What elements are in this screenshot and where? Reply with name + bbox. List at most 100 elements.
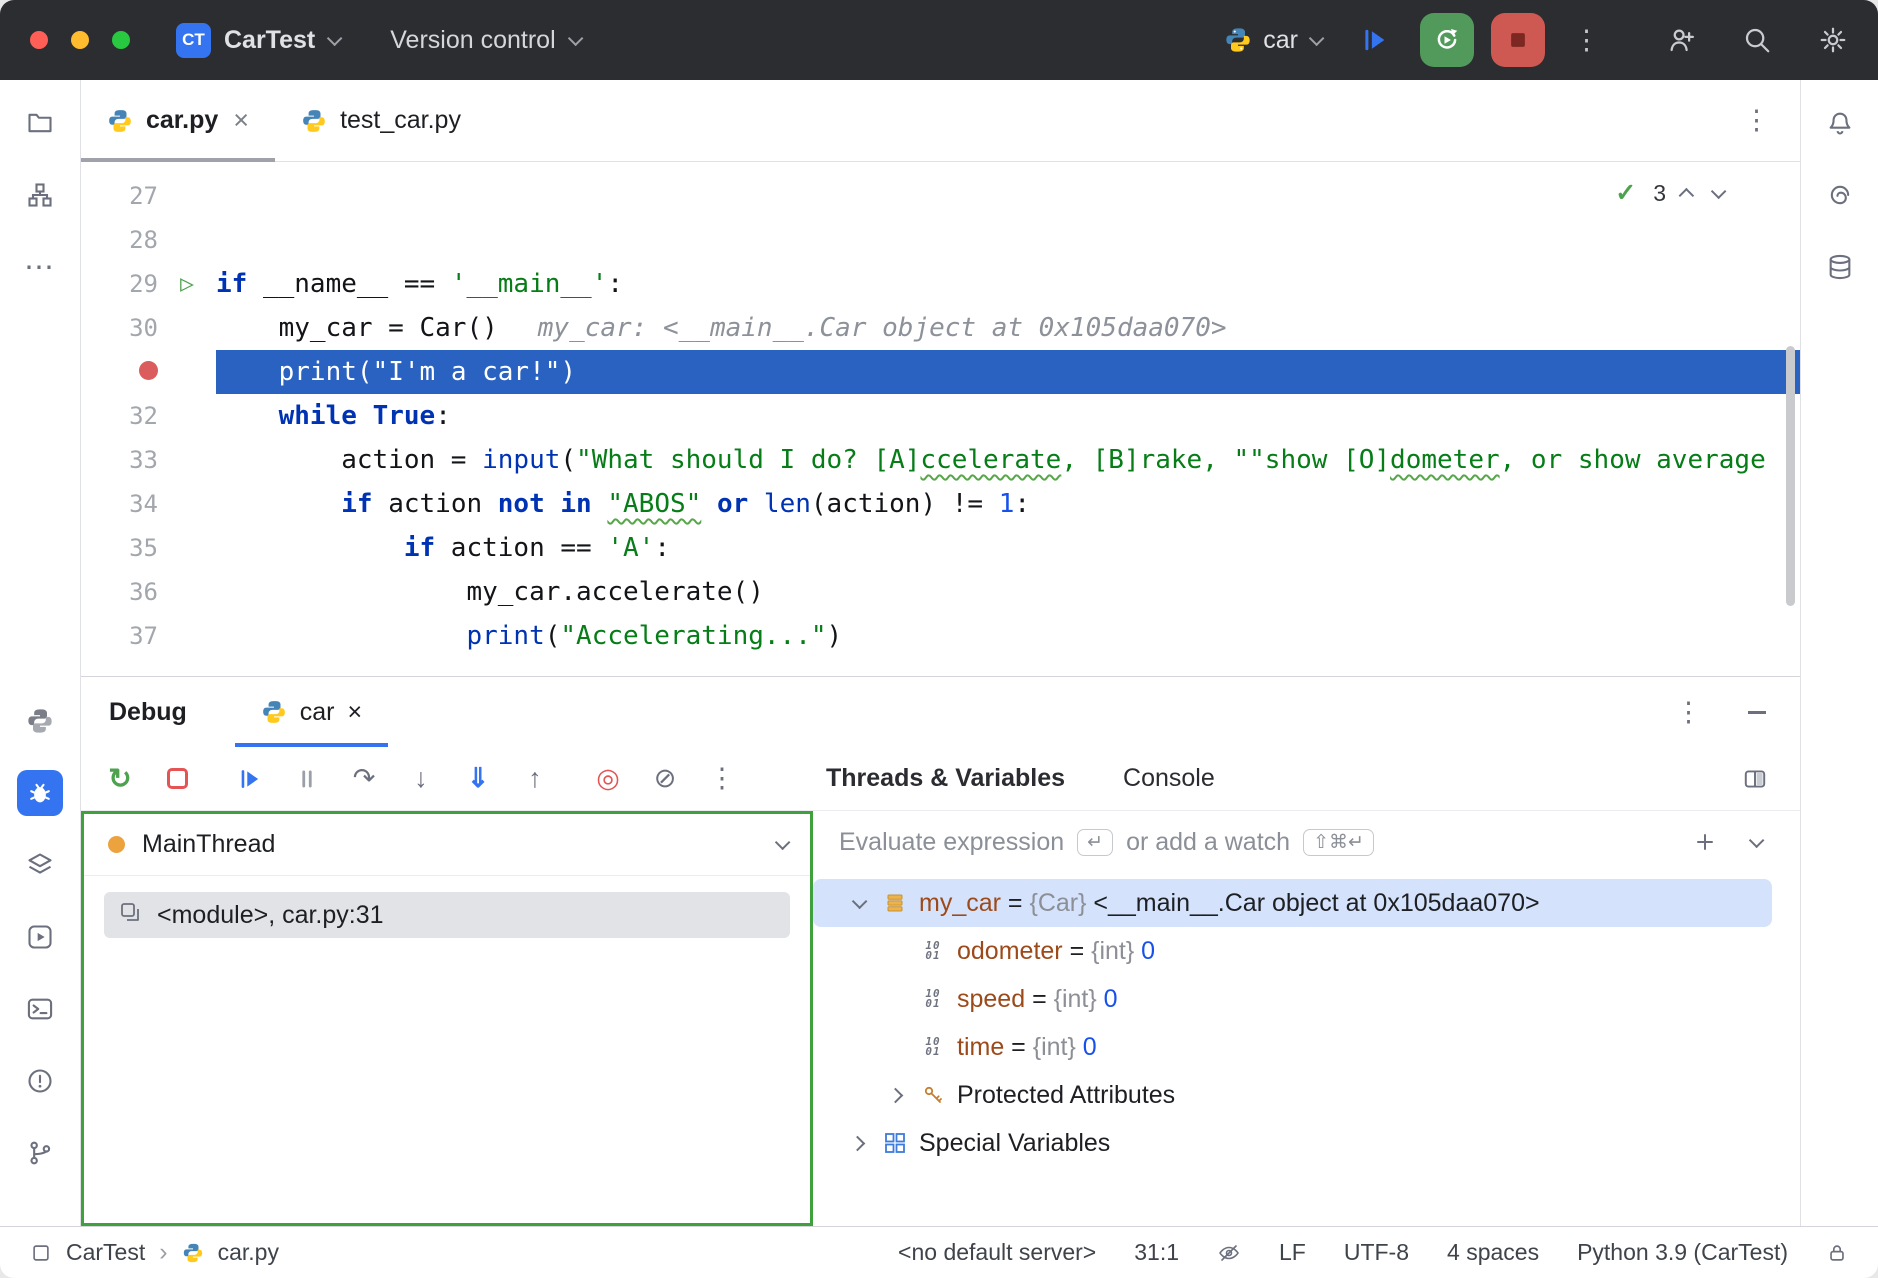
view-breakpoints-button[interactable]: ◎ (593, 763, 623, 794)
editor-gutter-cell[interactable]: 35 (81, 526, 216, 570)
editor-line[interactable]: 37 print("Accelerating...") (81, 614, 1800, 658)
editor-line[interactable]: 29▷if __name__ == '__main__': (81, 262, 1800, 306)
rerun-debug-button[interactable] (1420, 13, 1474, 67)
editor-line[interactable]: 33 action = input("What should I do? [A]… (81, 438, 1800, 482)
run-tool-button[interactable] (17, 914, 63, 960)
lock-icon[interactable] (1826, 1242, 1848, 1264)
editor-gutter-cell[interactable] (81, 350, 216, 394)
code-line-text[interactable]: while True: (216, 394, 1800, 438)
debug-session-tab[interactable]: car × (235, 677, 388, 747)
editor-gutter-cell[interactable]: 30 (81, 306, 216, 350)
variable-row[interactable]: Protected Attributes (813, 1071, 1772, 1119)
notifications-tool-button[interactable] (1817, 100, 1863, 146)
editor-gutter-cell[interactable]: 34 (81, 482, 216, 526)
project-menu[interactable]: CarTest (224, 26, 338, 55)
step-out-button[interactable]: ↑ (520, 763, 550, 794)
step-into-button[interactable]: ↓ (406, 763, 436, 794)
hide-panel-button[interactable] (1748, 711, 1766, 714)
layout-settings-button[interactable] (1742, 766, 1768, 792)
tab-threads-variables[interactable]: Threads & Variables (826, 764, 1065, 793)
chevron-down-icon[interactable] (1749, 832, 1765, 848)
rerun-button[interactable]: ↻ (105, 762, 135, 795)
indent-widget[interactable]: 4 spaces (1447, 1239, 1539, 1266)
run-line-icon[interactable]: ▷ (180, 271, 194, 297)
editor-gutter-cell[interactable]: 28 (81, 218, 216, 262)
close-window-button[interactable] (30, 31, 48, 49)
editor-line[interactable]: 28 (81, 218, 1800, 262)
inspections-widget[interactable]: ✓ 3 (1615, 178, 1722, 208)
code-line-text[interactable]: print("Accelerating...") (216, 614, 1800, 658)
ai-assistant-tool-button[interactable] (1817, 172, 1863, 218)
close-session-icon[interactable]: × (348, 698, 363, 727)
tab-car-py[interactable]: car.py × (81, 80, 275, 161)
thread-selector[interactable]: MainThread (84, 814, 810, 876)
editor-line[interactable]: 32 while True: (81, 394, 1800, 438)
code-editor[interactable]: 272829▷if __name__ == '__main__':30 my_c… (81, 162, 1800, 676)
python-packages-tool-button[interactable] (17, 698, 63, 744)
structure-tool-button[interactable] (17, 172, 63, 218)
code-line-text[interactable] (216, 174, 1800, 218)
editor-gutter-cell[interactable]: 32 (81, 394, 216, 438)
stop-debug-button[interactable] (162, 768, 192, 789)
code-line-text[interactable]: action = input("What should I do? [A]cce… (216, 438, 1800, 482)
stack-frame-item[interactable]: <module>, car.py:31 (104, 892, 790, 938)
terminal-tool-button[interactable] (17, 986, 63, 1032)
more-tool-windows-button[interactable]: ⋯ (17, 244, 63, 290)
resume-button[interactable] (1360, 25, 1390, 55)
editor-gutter-cell[interactable]: 29▷ (81, 262, 216, 306)
step-over-button[interactable]: ↷ (349, 763, 379, 794)
chevron-down-icon[interactable] (775, 835, 791, 851)
project-tool-button[interactable] (17, 100, 63, 146)
code-line-text[interactable]: print("I'm a car!") (216, 350, 1800, 394)
variable-row[interactable]: 1001speed = {int} 0 (813, 975, 1772, 1023)
stop-button[interactable] (1491, 13, 1545, 67)
editor-gutter-cell[interactable]: 27 (81, 174, 216, 218)
editor-line[interactable]: 36 my_car.accelerate() (81, 570, 1800, 614)
editor-line[interactable]: 34 if action not in "ABOS" or len(action… (81, 482, 1800, 526)
tab-test-car-py[interactable]: test_car.py (275, 80, 487, 161)
debug-options-button[interactable]: ⋮ (1675, 697, 1702, 728)
caret-position-widget[interactable]: 31:1 (1134, 1239, 1179, 1266)
editor-scrollbar[interactable] (1786, 346, 1795, 606)
breakpoint-dot[interactable] (139, 361, 158, 380)
mute-breakpoints-button[interactable]: ⊘ (650, 763, 680, 794)
line-ending-widget[interactable]: LF (1279, 1239, 1306, 1266)
editor-gutter-cell[interactable]: 37 (81, 614, 216, 658)
evaluate-expression-bar[interactable]: Evaluate expression ↵ or add a watch ⇧⌘↵ (813, 811, 1800, 873)
code-line-text[interactable]: if action == 'A': (216, 526, 1800, 570)
chevron-right-icon[interactable] (887, 1087, 903, 1103)
editor-line[interactable]: 30 my_car = Car()my_car: <__main__.Car o… (81, 306, 1800, 350)
code-line-text[interactable]: if action not in "ABOS" or len(action) !… (216, 482, 1800, 526)
close-tab-icon[interactable]: × (233, 105, 249, 136)
add-user-button[interactable] (1666, 25, 1696, 55)
previous-problem-icon[interactable] (1679, 187, 1695, 203)
editor-line[interactable]: print("I'm a car!") (81, 350, 1800, 394)
breadcrumb-project[interactable]: CarTest (66, 1239, 145, 1266)
debug-tool-button[interactable] (17, 770, 63, 816)
minimize-window-button[interactable] (71, 31, 89, 49)
tab-console[interactable]: Console (1123, 764, 1215, 793)
code-line-text[interactable] (216, 218, 1800, 262)
chevron-right-icon[interactable] (849, 1135, 865, 1151)
version-control-menu[interactable]: Version control (390, 26, 578, 55)
editor-line[interactable]: 27 (81, 174, 1800, 218)
zoom-window-button[interactable] (112, 31, 130, 49)
variable-row[interactable]: my_car = {Car} <__main__.Car object at 0… (813, 879, 1772, 927)
default-server-widget[interactable]: <no default server> (898, 1239, 1096, 1266)
project-window-icon[interactable] (30, 1242, 52, 1264)
tab-options-button[interactable]: ⋮ (1743, 105, 1770, 136)
add-watch-icon[interactable] (1693, 830, 1717, 854)
problems-tool-button[interactable] (17, 1058, 63, 1104)
run-config-selector[interactable]: car (1224, 26, 1320, 55)
more-actions-button[interactable]: ⋮ (1573, 25, 1600, 56)
settings-button[interactable] (1818, 25, 1848, 55)
interpreter-widget[interactable]: Python 3.9 (CarTest) (1577, 1239, 1788, 1266)
search-everywhere-button[interactable] (1742, 25, 1772, 55)
step-into-my-code-button[interactable]: ⇓ (463, 763, 493, 794)
encoding-widget[interactable]: UTF-8 (1344, 1239, 1409, 1266)
highlighting-off-icon[interactable] (1217, 1241, 1241, 1265)
breadcrumb-file[interactable]: car.py (218, 1239, 279, 1266)
debug-more-button[interactable]: ⋮ (707, 763, 737, 794)
variable-row[interactable]: 1001odometer = {int} 0 (813, 927, 1772, 975)
services-tool-button[interactable] (17, 842, 63, 888)
